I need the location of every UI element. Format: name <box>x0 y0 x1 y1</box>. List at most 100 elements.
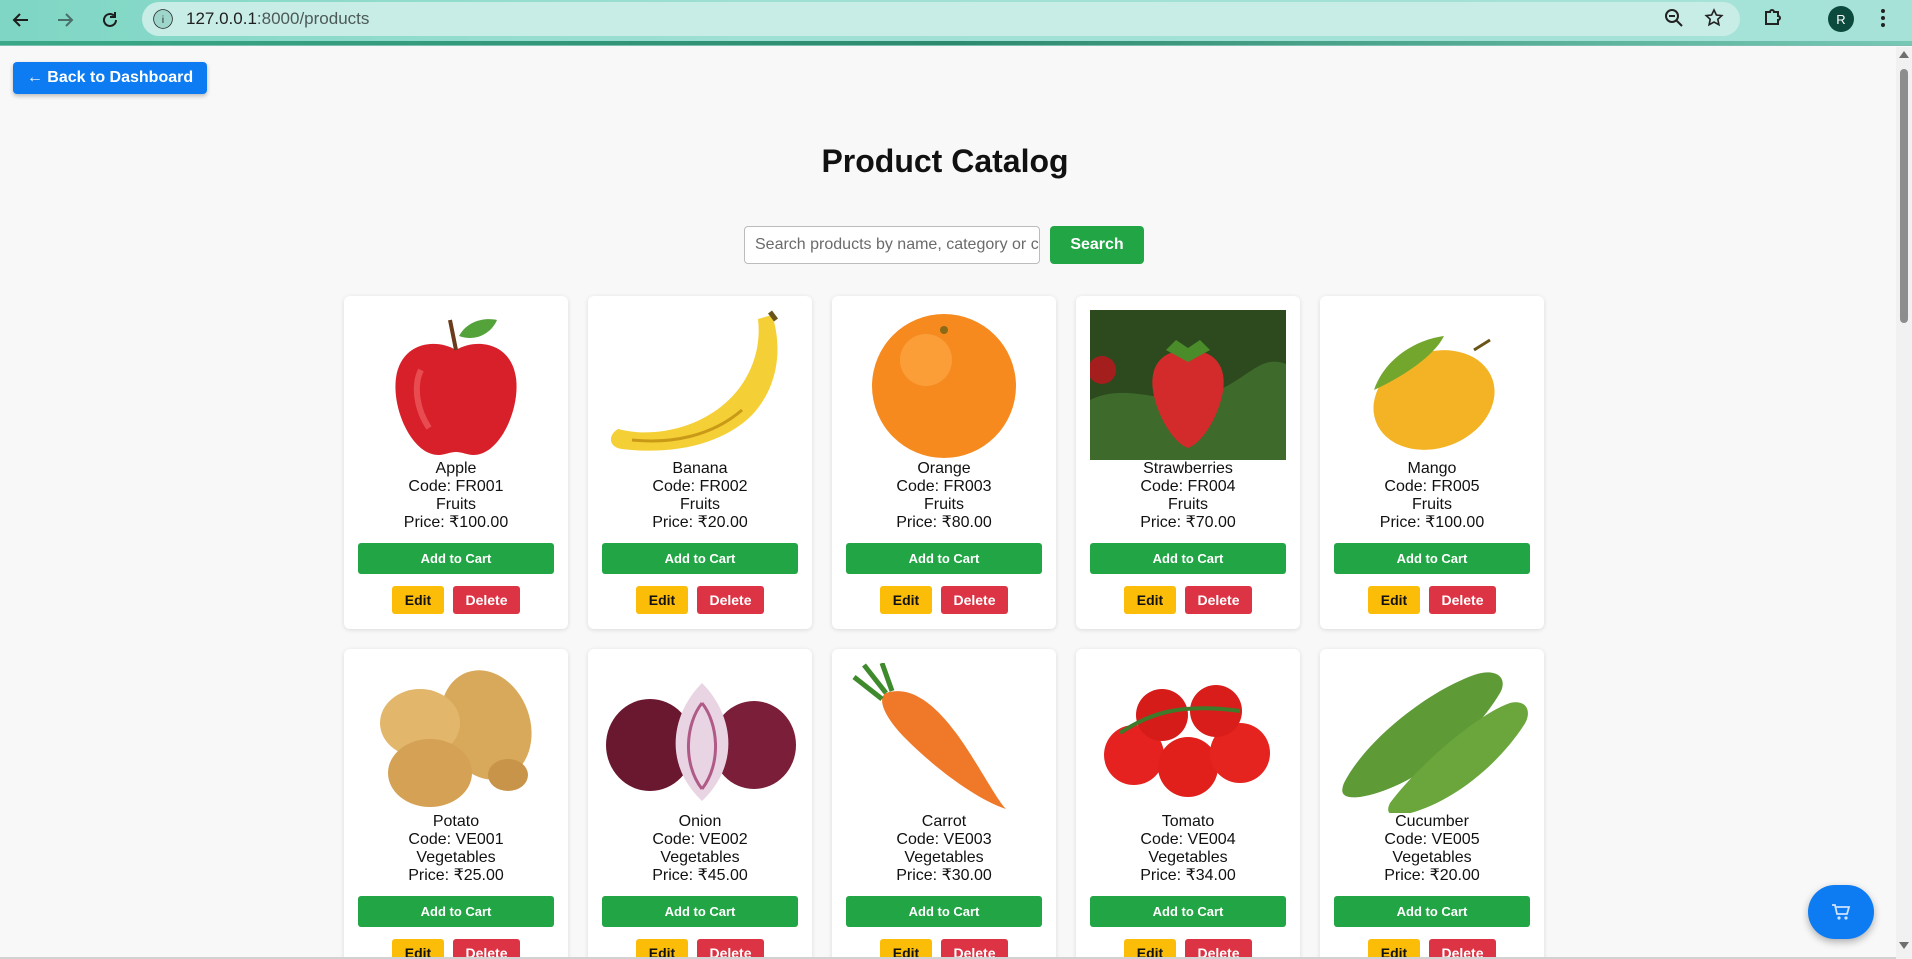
add-to-cart-button[interactable]: Add to Cart <box>358 543 554 574</box>
back-arrow-icon[interactable] <box>6 5 36 35</box>
product-price: Price: ₹100.00 <box>1379 514 1485 531</box>
edit-button[interactable]: Edit <box>880 586 932 614</box>
delete-button[interactable]: Delete <box>1429 586 1496 614</box>
product-category: Vegetables <box>904 849 984 866</box>
product-name: Tomato <box>1161 813 1215 830</box>
edit-button[interactable]: Edit <box>1368 586 1420 614</box>
product-code: Code: VE005 <box>1384 831 1480 848</box>
product-name: Potato <box>432 813 480 830</box>
add-to-cart-button[interactable]: Add to Cart <box>1090 543 1286 574</box>
add-to-cart-button[interactable]: Add to Cart <box>602 896 798 927</box>
add-to-cart-button[interactable]: Add to Cart <box>358 896 554 927</box>
edit-button[interactable]: Edit <box>1368 939 1420 959</box>
add-to-cart-button[interactable]: Add to Cart <box>1090 896 1286 927</box>
scroll-up-arrow-icon[interactable] <box>1899 51 1909 58</box>
edit-button[interactable]: Edit <box>636 586 688 614</box>
product-card: Potato Code: VE001 Vegetables Price: ₹25.00… <box>344 649 568 959</box>
product-code: Code: VE004 <box>1140 831 1236 848</box>
product-image <box>846 663 1042 813</box>
address-bar[interactable]: i 127.0.0.1:8000/products <box>142 2 1740 36</box>
back-to-dashboard-button[interactable]: ← Back to Dashboard <box>13 62 207 94</box>
product-image <box>1090 310 1286 460</box>
edit-button[interactable]: Edit <box>392 939 444 959</box>
scroll-down-arrow-icon[interactable] <box>1899 942 1909 949</box>
delete-button[interactable]: Delete <box>697 586 764 614</box>
product-name: Banana <box>672 460 728 477</box>
delete-button[interactable]: Delete <box>453 939 520 959</box>
add-to-cart-button[interactable]: Add to Cart <box>846 896 1042 927</box>
load-progress-bar <box>0 41 1912 45</box>
product-price: Price: ₹45.00 <box>652 867 748 884</box>
site-info-icon[interactable]: i <box>153 9 173 29</box>
edit-button[interactable]: Edit <box>392 586 444 614</box>
reload-icon[interactable] <box>95 5 125 35</box>
product-category: Fruits <box>436 496 476 513</box>
extensions-icon[interactable] <box>1762 6 1784 28</box>
product-grid: Apple Code: FR001 Fruits Price: ₹100.00 Add … <box>344 296 1546 959</box>
product-category: Fruits <box>1412 496 1452 513</box>
delete-button[interactable]: Delete <box>1185 586 1252 614</box>
product-category: Fruits <box>680 496 720 513</box>
profile-avatar[interactable]: R <box>1828 6 1854 32</box>
bookmark-star-icon[interactable] <box>1704 8 1724 33</box>
delete-button[interactable]: Delete <box>1185 939 1252 959</box>
edit-button[interactable]: Edit <box>1124 939 1176 959</box>
url-text[interactable]: 127.0.0.1:8000/products <box>186 9 369 29</box>
delete-button[interactable]: Delete <box>941 586 1008 614</box>
url-host: 127.0.0.1 <box>186 9 257 28</box>
search-button[interactable]: Search <box>1050 226 1144 264</box>
product-name: Carrot <box>921 813 967 830</box>
product-code: Code: FR003 <box>896 478 992 495</box>
product-card: Apple Code: FR001 Fruits Price: ₹100.00 Add … <box>344 296 568 629</box>
product-card: Mango Code: FR005 Fruits Price: ₹100.00 Add … <box>1320 296 1544 629</box>
browser-toolbar: i 127.0.0.1:8000/products R <box>0 0 1912 46</box>
product-category: Vegetables <box>416 849 496 866</box>
product-card: Orange Code: FR003 Fruits Price: ₹80.00 Add … <box>832 296 1056 629</box>
product-image <box>1090 663 1286 813</box>
product-card: Carrot Code: VE003 Vegetables Price: ₹30.00… <box>832 649 1056 959</box>
page-title: Product Catalog <box>821 143 1069 179</box>
edit-button[interactable]: Edit <box>636 939 688 959</box>
scroll-thumb[interactable] <box>1900 69 1908 323</box>
url-path: :8000/products <box>256 9 370 28</box>
product-image <box>602 310 798 460</box>
cart-icon <box>1832 904 1851 920</box>
delete-button[interactable]: Delete <box>697 939 764 959</box>
product-price: Price: ₹25.00 <box>408 867 504 884</box>
forward-arrow-icon[interactable] <box>50 5 80 35</box>
product-price: Price: ₹80.00 <box>896 514 992 531</box>
product-code: Code: VE002 <box>652 831 748 848</box>
product-name: Mango <box>1407 460 1457 477</box>
product-card: Cucumber Code: VE005 Vegetables Price: ₹20.… <box>1320 649 1544 959</box>
product-code: Code: FR005 <box>1384 478 1480 495</box>
product-image <box>602 663 798 813</box>
add-to-cart-button[interactable]: Add to Cart <box>602 543 798 574</box>
search-input[interactable] <box>744 226 1040 264</box>
product-card: Tomato Code: VE004 Vegetables Price: ₹34.00… <box>1076 649 1300 959</box>
product-price: Price: ₹20.00 <box>1384 867 1480 884</box>
product-price: Price: ₹34.00 <box>1140 867 1236 884</box>
browser-menu-icon[interactable] <box>1880 8 1886 28</box>
delete-button[interactable]: Delete <box>941 939 1008 959</box>
add-to-cart-button[interactable]: Add to Cart <box>1334 543 1530 574</box>
product-price: Price: ₹70.00 <box>1140 514 1236 531</box>
add-to-cart-button[interactable]: Add to Cart <box>1334 896 1530 927</box>
delete-button[interactable]: Delete <box>453 586 520 614</box>
floating-cart-button[interactable] <box>1808 885 1874 939</box>
product-name: Cucumber <box>1395 813 1469 830</box>
product-price: Price: ₹100.00 <box>403 514 509 531</box>
edit-button[interactable]: Edit <box>1124 586 1176 614</box>
add-to-cart-button[interactable]: Add to Cart <box>846 543 1042 574</box>
delete-button[interactable]: Delete <box>1429 939 1496 959</box>
edit-button[interactable]: Edit <box>880 939 932 959</box>
product-image <box>1334 663 1530 813</box>
product-name: Onion <box>678 813 722 830</box>
product-image <box>846 310 1042 460</box>
product-name: Orange <box>917 460 971 477</box>
product-category: Vegetables <box>660 849 740 866</box>
product-card: Banana Code: FR002 Fruits Price: ₹20.00 Add … <box>588 296 812 629</box>
product-category: Fruits <box>1168 496 1208 513</box>
page-scrollbar[interactable] <box>1896 47 1912 959</box>
zoom-icon[interactable] <box>1664 8 1684 33</box>
product-price: Price: ₹20.00 <box>652 514 748 531</box>
